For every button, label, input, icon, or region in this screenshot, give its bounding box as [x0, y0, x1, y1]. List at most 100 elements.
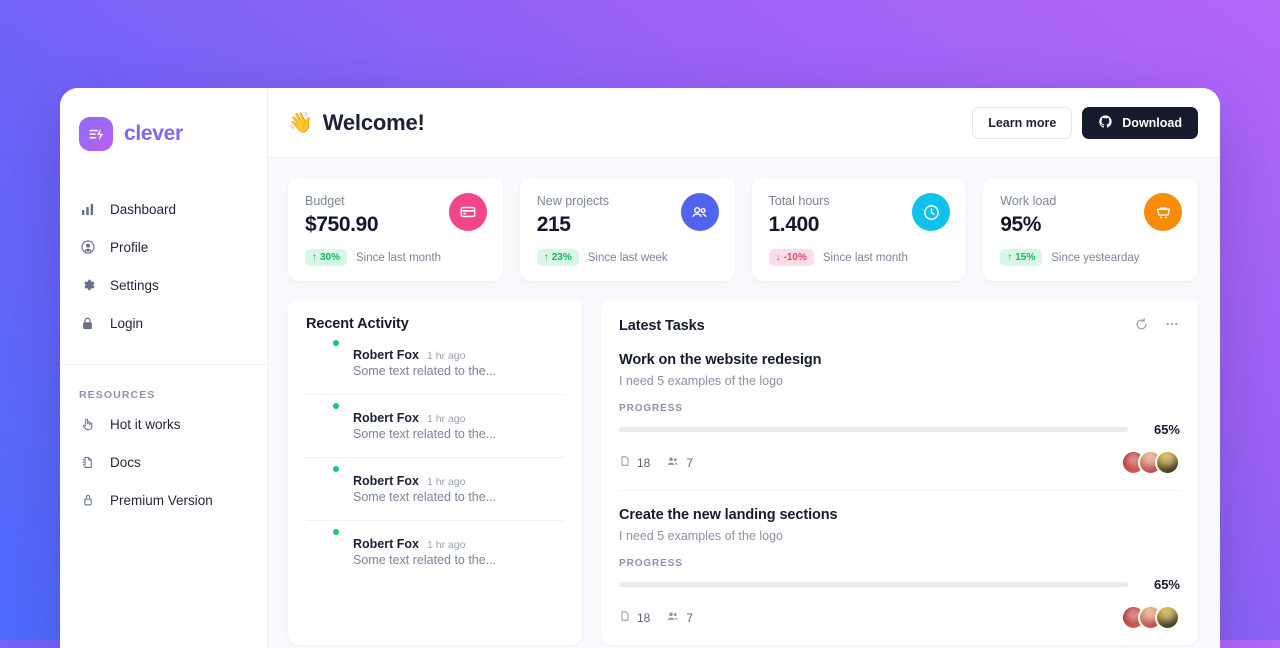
user-circle-icon [79, 239, 96, 256]
stat-delta: 30% [320, 252, 341, 263]
page-title: 👋 Welcome! [288, 110, 425, 136]
stat-footer: ↓ -10% Since last month [768, 249, 950, 266]
users-icon [680, 193, 719, 231]
file-icon [619, 454, 631, 471]
sidebar-item-label: Dashboard [110, 201, 177, 217]
stat-card-new-projects: New projects 215 ↑ 23% Since last week [519, 178, 735, 281]
stat-footer: ↑ 15% Since yestearday [1000, 249, 1181, 266]
clock-icon [912, 193, 951, 231]
sidebar-item-label: Premium Version [110, 492, 213, 508]
learn-more-button[interactable]: Learn more [972, 106, 1073, 139]
activity-timestamp: 1 hr ago [426, 476, 466, 488]
people-icon [666, 454, 680, 471]
avatar [1155, 605, 1180, 630]
task-members-value: 7 [686, 455, 694, 470]
activity-user-name: Robert Fox [353, 348, 419, 362]
progress-percent: 65% [1153, 577, 1180, 592]
task-files-value: 18 [637, 610, 651, 625]
file-icon [619, 609, 631, 626]
sidebar-item-how-it-works[interactable]: Hot it works [60, 405, 267, 443]
activity-timestamp: 1 hr ago [426, 413, 466, 425]
document-icon [79, 454, 96, 471]
task-team-avatars [1121, 450, 1180, 475]
shopping-cart-icon [1144, 193, 1182, 231]
sidebar-item-docs[interactable]: Docs [60, 443, 267, 481]
task-row[interactable]: Work on the website redesign I need 5 ex… [619, 336, 1180, 491]
status-badge: ↓ -10% [768, 249, 814, 266]
panels-row: Recent Activity Robert Fox 1 hr ago Some… [288, 299, 1198, 645]
people-icon [666, 609, 680, 626]
topbar-actions: Learn more Download [972, 106, 1198, 139]
status-badge: ↑ 15% [1000, 249, 1043, 266]
list-item[interactable]: Robert Fox 1 hr ago Some text related to… [306, 332, 564, 395]
progress-row: 65% [619, 422, 1180, 437]
stats-row: Budget $750.90 ↑ 30% Since last month Ne… [288, 178, 1198, 281]
activity-user-name: Robert Fox [353, 537, 419, 551]
padlock-icon [79, 492, 96, 509]
list-item[interactable]: Robert Fox 1 hr ago Some text related to… [306, 521, 564, 583]
brand-logo[interactable]: clever [60, 110, 267, 158]
page-title-text: Welcome! [322, 109, 425, 135]
task-members-value: 7 [686, 610, 694, 625]
refresh-icon[interactable] [1134, 317, 1149, 336]
progress-percent: 65% [1153, 422, 1180, 437]
sidebar-item-label: Settings [110, 277, 159, 293]
activity-timestamp: 1 hr ago [426, 350, 466, 362]
stat-card-work-load: Work load 95% ↑ 15% Since yestearday [983, 178, 1198, 281]
task-row[interactable]: Create the new landing sections I need 5… [619, 491, 1180, 645]
ellipsis-icon[interactable] [1164, 316, 1180, 336]
status-badge [331, 338, 341, 348]
app-window: clever Dashboard Profile Settings Login … [60, 88, 1220, 648]
progress-row: 65% [619, 577, 1180, 592]
sidebar-item-dashboard[interactable]: Dashboard [60, 190, 267, 228]
list-item-body: Robert Fox 1 hr ago Some text related to… [353, 536, 496, 569]
primary-nav: Dashboard Profile Settings Login [60, 190, 267, 342]
activity-text: Some text related to the... [353, 364, 497, 378]
task-files-count: 18 [619, 609, 650, 626]
sidebar-item-label: Docs [110, 454, 141, 470]
progress-bar [619, 427, 1128, 432]
download-button-label: Download [1122, 115, 1182, 130]
progress-label: PROGRESS [619, 558, 683, 569]
stat-delta: 23% [551, 252, 572, 263]
progress-bar [619, 582, 1128, 587]
list-item-body: Robert Fox 1 hr ago Some text related to… [353, 410, 496, 443]
panel-header: Latest Tasks [619, 316, 1180, 336]
avatar [1155, 450, 1180, 475]
sidebar-item-settings[interactable]: Settings [60, 266, 267, 304]
waving-hand-icon: 👋 [288, 112, 313, 134]
task-footer: 18 7 [619, 450, 1180, 475]
task-subtitle: I need 5 examples of the logo [619, 374, 784, 388]
bar-chart-icon [79, 201, 96, 218]
download-button[interactable]: Download [1082, 106, 1198, 139]
task-files-value: 18 [637, 455, 651, 470]
status-badge [331, 464, 341, 474]
credit-card-icon [448, 193, 487, 231]
activity-timestamp: 1 hr ago [426, 539, 466, 551]
resources-nav: Hot it works Docs Premium Version [60, 405, 267, 519]
stat-card-total-hours: Total hours 1.400 ↓ -10% Since last mont… [751, 178, 967, 281]
brand-name: clever [124, 122, 183, 145]
activity-text: Some text related to the... [353, 427, 497, 441]
stat-footer: ↑ 23% Since last week [536, 249, 718, 266]
status-badge [331, 401, 341, 411]
panel-title: Recent Activity [306, 316, 409, 332]
task-footer: 18 7 [619, 605, 1180, 630]
dashboard-content: Budget $750.90 ↑ 30% Since last month Ne… [268, 158, 1220, 648]
sidebar-item-label: Hot it works [110, 416, 181, 432]
main-area: 👋 Welcome! Learn more Download Budget $7… [268, 88, 1220, 648]
list-item-body: Robert Fox 1 hr ago Some text related to… [353, 473, 496, 506]
stat-since: Since yestearday [1051, 251, 1140, 264]
sidebar: clever Dashboard Profile Settings Login … [60, 88, 268, 648]
task-files-count: 18 [619, 454, 650, 471]
sidebar-item-premium-version[interactable]: Premium Version [60, 481, 267, 519]
stat-since: Since last month [822, 251, 908, 264]
sidebar-item-login[interactable]: Login [60, 304, 267, 342]
list-item[interactable]: Robert Fox 1 hr ago Some text related to… [306, 458, 564, 521]
github-icon [1098, 114, 1113, 132]
status-badge: ↑ 23% [536, 249, 579, 266]
list-item[interactable]: Robert Fox 1 hr ago Some text related to… [306, 395, 564, 458]
bolt-lines-logo-icon [79, 117, 113, 151]
sidebar-item-profile[interactable]: Profile [60, 228, 267, 266]
progress-label: PROGRESS [619, 403, 683, 414]
